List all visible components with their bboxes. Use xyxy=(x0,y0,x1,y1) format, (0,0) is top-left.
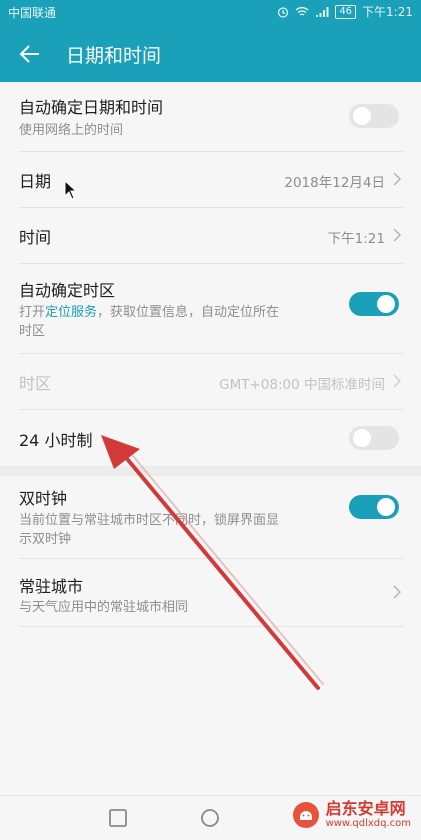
signal-icon xyxy=(316,6,329,17)
hour24-switch[interactable] xyxy=(349,426,399,450)
hour24-row[interactable]: 24 小时制 xyxy=(19,410,403,466)
auto-datetime-title: 自动确定日期和时间 xyxy=(19,98,164,117)
auto-datetime-switch[interactable] xyxy=(349,104,399,128)
watermark: 启东安卓网 www.qdlxdq.com xyxy=(292,800,411,830)
time-value: 下午1:21 xyxy=(327,231,385,247)
square-icon[interactable] xyxy=(106,806,130,830)
section-divider xyxy=(0,466,421,476)
dual-clock-title: 双时钟 xyxy=(19,489,68,508)
top-bar: 中国联通 46 下午1:21 日期和时间 xyxy=(0,0,421,82)
auto-datetime-subtitle: 使用网络上的时间 xyxy=(19,123,124,138)
android-logo-icon xyxy=(292,802,319,828)
chevron-right-icon xyxy=(393,172,402,186)
switch-knob xyxy=(377,498,395,516)
watermark-url: www.qdlxdq.com xyxy=(325,818,411,829)
clock-label: 下午1:21 xyxy=(362,5,413,19)
switch-knob xyxy=(377,295,395,313)
back-arrow-icon xyxy=(19,45,39,63)
chevron-right-icon xyxy=(393,228,402,242)
switch-knob xyxy=(353,107,371,125)
mouse-cursor-icon xyxy=(64,180,78,200)
subtitle-suffix: ，获取位置信息，自动定位所在 xyxy=(97,305,280,320)
dual-clock-row[interactable]: 双时钟 当前位置与常驻城市时区不同时，锁屏界面显 示双时钟 xyxy=(19,476,403,559)
auto-timezone-row[interactable]: 自动确定时区 打开定位服务，获取位置信息，自动定位所在 时区 xyxy=(19,264,403,354)
status-bar: 中国联通 46 下午1:21 xyxy=(0,0,421,24)
app-bar: 日期和时间 xyxy=(0,24,421,82)
back-button[interactable] xyxy=(12,36,48,72)
date-value: 2018年12月4日 xyxy=(284,175,385,191)
switch-knob xyxy=(353,429,371,447)
chevron-right-icon xyxy=(393,585,402,599)
subtitle-line2: 时区 xyxy=(19,324,46,339)
dual-clock-subtitle-line2: 示双时钟 xyxy=(19,532,72,547)
dual-clock-subtitle-line1: 当前位置与常驻城市时区不同时，锁屏界面显 xyxy=(19,513,280,528)
time-row[interactable]: 时间 下午1:21 xyxy=(19,208,403,264)
settings-list: 自动确定日期和时间 使用网络上的时间 日期 2018年12月4日 时间 下午1:… xyxy=(0,82,421,627)
location-service-link[interactable]: 定位服务 xyxy=(45,305,97,320)
timezone-value: GMT+08:00 中国标准时间 xyxy=(219,377,385,393)
auto-datetime-row[interactable]: 自动确定日期和时间 使用网络上的时间 xyxy=(19,82,403,152)
timezone-title: 时区 xyxy=(19,374,52,393)
status-right: 46 下午1:21 xyxy=(277,3,413,20)
subtitle-prefix: 打开 xyxy=(19,305,46,320)
auto-timezone-switch[interactable] xyxy=(349,292,399,316)
page-title: 日期和时间 xyxy=(66,45,162,67)
auto-timezone-subtitle: 打开定位服务，获取位置信息，自动定位所在 时区 xyxy=(19,303,329,341)
circle-icon[interactable] xyxy=(198,806,222,830)
watermark-name: 启东安卓网 xyxy=(325,799,406,818)
home-city-subtitle: 与天气应用中的常驻城市相同 xyxy=(19,600,189,615)
auto-timezone-title: 自动确定时区 xyxy=(19,281,116,300)
timezone-row: 时区 GMT+08:00 中国标准时间 xyxy=(19,354,403,410)
time-title: 时间 xyxy=(19,228,52,247)
home-city-row[interactable]: 常驻城市 与天气应用中的常驻城市相同 xyxy=(19,559,403,627)
home-city-title: 常驻城市 xyxy=(19,577,84,596)
watermark-text: 启东安卓网 www.qdlxdq.com xyxy=(326,800,411,830)
battery-icon: 46 xyxy=(335,4,357,19)
dual-clock-subtitle: 当前位置与常驻城市时区不同时，锁屏界面显 示双时钟 xyxy=(19,511,339,549)
hour24-title: 24 小时制 xyxy=(19,431,93,450)
carrier-label: 中国联通 xyxy=(8,6,57,20)
dual-clock-switch[interactable] xyxy=(349,495,399,519)
wifi-icon xyxy=(295,6,309,16)
date-title: 日期 xyxy=(19,172,52,191)
alarm-icon xyxy=(278,6,289,18)
chevron-right-icon xyxy=(393,374,402,388)
